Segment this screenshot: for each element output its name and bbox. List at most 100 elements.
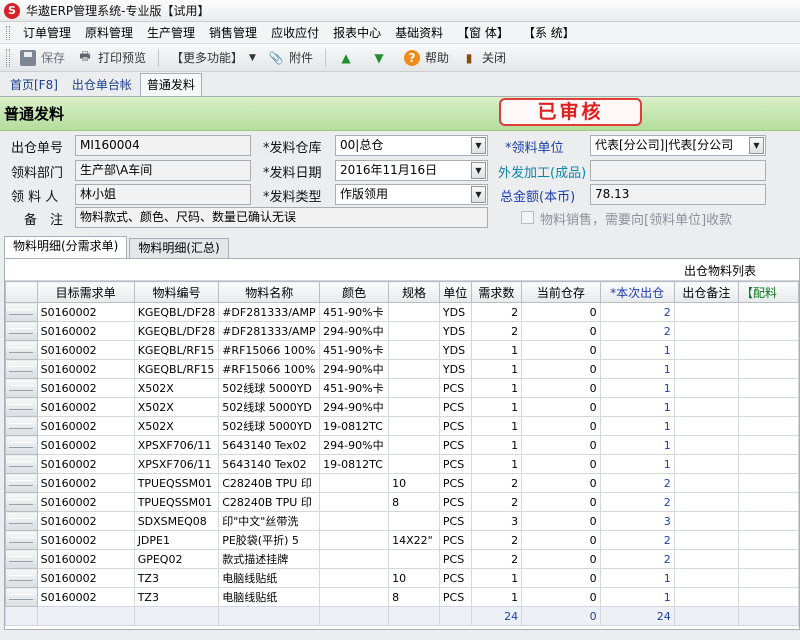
table-row[interactable]: S0160002 XPSXF706/11 5643140 Tex02 19-0812T…: [5, 454, 799, 474]
menu-production[interactable]: 生产管理: [140, 23, 202, 43]
cell-demand-qty[interactable]: 1: [470, 359, 523, 379]
cell-material-name[interactable]: 电脑线贴纸: [218, 568, 321, 588]
cell-unit[interactable]: PCS: [438, 511, 472, 531]
cell-out-remark[interactable]: [673, 511, 740, 531]
row-selector[interactable]: [5, 435, 38, 455]
cell-unit[interactable]: PCS: [438, 378, 472, 398]
help-button[interactable]: ? 帮助: [398, 47, 455, 69]
row-selector[interactable]: [5, 416, 38, 436]
menu-order[interactable]: 订单管理: [16, 23, 78, 43]
cell-out-remark[interactable]: [673, 359, 740, 379]
cell-material-name[interactable]: #DF281333/AMP: [218, 302, 321, 322]
col-current-stock[interactable]: 当前仓存: [521, 281, 601, 303]
cell-material-name[interactable]: C28240B TPU 印: [218, 492, 321, 512]
cell-current-stock[interactable]: 0: [521, 587, 601, 607]
cell-batching[interactable]: [738, 416, 799, 436]
cell-batching[interactable]: [738, 359, 799, 379]
cell-material-code[interactable]: XPSXF706/11: [133, 435, 220, 455]
cell-out-qty[interactable]: 1: [599, 416, 675, 436]
tab-out-ledger[interactable]: 出仓单台帐: [66, 75, 138, 96]
cell-out-qty[interactable]: 1: [599, 378, 675, 398]
chevron-down-icon[interactable]: ▼: [471, 162, 486, 179]
table-row[interactable]: S0160002 JDPE1 PE胶袋(平折) 5 14X22" PCS 2 0 2: [5, 530, 799, 550]
cell-demand-qty[interactable]: 1: [470, 587, 523, 607]
cell-current-stock[interactable]: 0: [521, 492, 601, 512]
cell-batching[interactable]: [738, 530, 799, 550]
col-material-name[interactable]: 物料名称: [218, 281, 321, 303]
cell-spec[interactable]: 8: [388, 587, 440, 607]
cell-current-stock[interactable]: 0: [521, 473, 601, 493]
cell-demand-qty[interactable]: 1: [470, 568, 523, 588]
table-row[interactable]: S0160002 X502X 502线球 5000YD 451-90%卡 PCS 1 0 1: [5, 378, 799, 398]
cell-color[interactable]: [319, 473, 390, 493]
row-selector[interactable]: [5, 321, 38, 341]
cell-unit[interactable]: YDS: [438, 359, 472, 379]
row-selector[interactable]: [5, 473, 38, 493]
chevron-down-icon[interactable]: ▼: [471, 186, 486, 203]
cell-current-stock[interactable]: 0: [521, 359, 601, 379]
cell-color[interactable]: [319, 492, 390, 512]
cell-color[interactable]: [319, 549, 390, 569]
row-selector[interactable]: [5, 340, 38, 360]
cell-spec[interactable]: [388, 340, 440, 360]
menu-receivable[interactable]: 应收应付: [264, 23, 326, 43]
cell-color[interactable]: 451-90%卡: [319, 302, 390, 322]
cell-demand-order[interactable]: S0160002: [36, 530, 135, 550]
cell-demand-qty[interactable]: 1: [470, 378, 523, 398]
cell-demand-order[interactable]: S0160002: [36, 397, 135, 417]
toolbar-grip-icon[interactable]: [6, 48, 10, 67]
cell-current-stock[interactable]: 0: [521, 549, 601, 569]
cell-batching[interactable]: [738, 454, 799, 474]
cell-batching[interactable]: [738, 587, 799, 607]
row-selector[interactable]: [5, 397, 38, 417]
cell-current-stock[interactable]: 0: [521, 511, 601, 531]
cell-batching[interactable]: [738, 511, 799, 531]
cell-demand-order[interactable]: S0160002: [36, 587, 135, 607]
cell-demand-order[interactable]: S0160002: [36, 378, 135, 398]
col-out-qty[interactable]: *本次出仓: [599, 281, 675, 303]
chevron-down-icon[interactable]: ▼: [749, 137, 764, 154]
cell-material-name[interactable]: 502线球 5000YD: [218, 416, 321, 436]
cell-spec[interactable]: 14X22": [388, 530, 440, 550]
cell-color[interactable]: 19-0812TC: [319, 454, 390, 474]
table-row[interactable]: S0160002 KGEQBL/DF28 #DF281333/AMP 451-90%卡…: [5, 302, 799, 322]
cell-color[interactable]: 451-90%卡: [319, 340, 390, 360]
cell-demand-order[interactable]: S0160002: [36, 492, 135, 512]
cell-out-qty[interactable]: 1: [599, 587, 675, 607]
cell-spec[interactable]: [388, 435, 440, 455]
tab-home[interactable]: 首页[F8]: [4, 75, 64, 96]
print-preview-button[interactable]: 🖶 打印预览: [71, 47, 152, 69]
cell-current-stock[interactable]: 0: [521, 302, 601, 322]
cell-material-name[interactable]: 5643140 Tex02: [218, 454, 321, 474]
cell-material-code[interactable]: KGEQBL/DF28: [133, 321, 220, 341]
cell-unit[interactable]: PCS: [438, 492, 472, 512]
cell-out-remark[interactable]: [673, 568, 740, 588]
cell-out-remark[interactable]: [673, 530, 740, 550]
cell-demand-order[interactable]: S0160002: [36, 435, 135, 455]
cell-material-code[interactable]: X502X: [133, 378, 220, 398]
cell-out-remark[interactable]: [673, 397, 740, 417]
cell-material-name[interactable]: 5643140 Tex02: [218, 435, 321, 455]
cell-out-remark[interactable]: [673, 454, 740, 474]
cell-unit[interactable]: YDS: [438, 340, 472, 360]
chevron-down-icon[interactable]: ▼: [471, 137, 486, 154]
cell-out-remark[interactable]: [673, 492, 740, 512]
cell-material-name[interactable]: #DF281333/AMP: [218, 321, 321, 341]
cell-unit[interactable]: PCS: [438, 549, 472, 569]
dept-field[interactable]: 生产部\A车间: [75, 160, 251, 181]
person-field[interactable]: 林小姐: [75, 184, 251, 205]
cell-out-qty[interactable]: 2: [599, 321, 675, 341]
cell-color[interactable]: 19-0812TC: [319, 416, 390, 436]
cell-out-remark[interactable]: [673, 549, 740, 569]
table-row[interactable]: S0160002 XPSXF706/11 5643140 Tex02 294-90%中…: [5, 435, 799, 455]
cell-current-stock[interactable]: 0: [521, 397, 601, 417]
cell-material-code[interactable]: TZ3: [133, 568, 220, 588]
cell-out-remark[interactable]: [673, 587, 740, 607]
cell-out-remark[interactable]: [673, 321, 740, 341]
cell-spec[interactable]: [388, 302, 440, 322]
cell-spec[interactable]: [388, 549, 440, 569]
cell-batching[interactable]: [738, 473, 799, 493]
cell-demand-qty[interactable]: 1: [470, 340, 523, 360]
cell-out-remark[interactable]: [673, 302, 740, 322]
cell-current-stock[interactable]: 0: [521, 435, 601, 455]
